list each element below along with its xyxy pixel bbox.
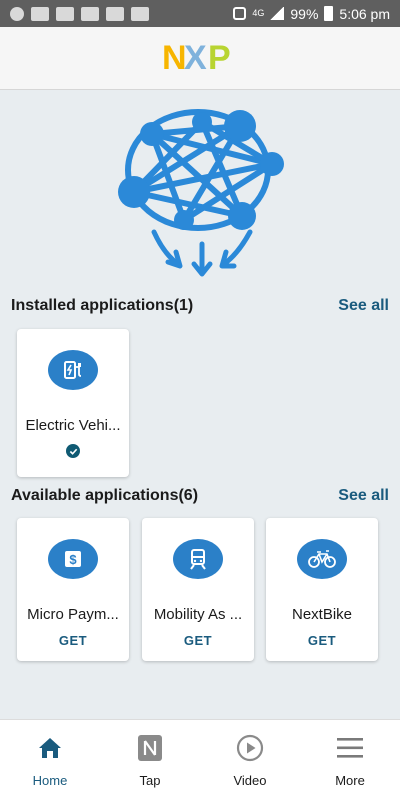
app-card-nextbike[interactable]: NextBike GET (266, 518, 378, 661)
signal-icon (270, 7, 285, 20)
bike-icon (297, 539, 347, 579)
bottom-navigation: Home Tap Video More (0, 719, 400, 800)
app-name: Micro Paym... (27, 606, 119, 623)
system-icons: 4G 99% 5:06 pm (233, 6, 390, 22)
menu-icon (336, 733, 364, 763)
app-card-micro-payments[interactable]: $ Micro Paym... GET (17, 518, 129, 661)
nav-video[interactable]: Video (200, 720, 300, 800)
nfc-status-icon (233, 7, 247, 20)
available-see-all-link[interactable]: See all (338, 487, 389, 505)
clock: 5:06 pm (339, 5, 390, 22)
nav-label: Video (233, 773, 267, 788)
status-bar: 4G 99% 5:06 pm (0, 0, 400, 27)
app-name: Mobility As ... (153, 606, 243, 623)
available-apps-title: Available applications(6) (11, 487, 199, 504)
notification-icon (81, 6, 99, 21)
get-button[interactable]: GET (308, 633, 336, 648)
battery-icon (324, 6, 334, 21)
svg-text:$: $ (69, 552, 77, 567)
nav-home[interactable]: Home (0, 720, 100, 800)
installed-apps-title: Installed applications(1) (11, 297, 194, 314)
nav-more[interactable]: More (300, 720, 400, 800)
home-icon (37, 733, 63, 763)
network-type: 4G (252, 8, 265, 18)
nav-tap[interactable]: Tap (100, 720, 200, 800)
notification-icon (56, 6, 74, 21)
app-bar: NXP (0, 27, 400, 90)
get-button[interactable]: GET (184, 633, 212, 648)
battery-percent: 99% (290, 5, 319, 22)
ev-charger-icon (48, 350, 98, 390)
image-icon (106, 6, 124, 21)
youtube-icon (131, 6, 149, 21)
app-card-electric-vehicle[interactable]: Electric Vehi... (17, 329, 129, 477)
app-name: Electric Vehi... (25, 417, 121, 434)
get-button[interactable]: GET (59, 633, 87, 648)
installed-see-all-link[interactable]: See all (338, 297, 389, 315)
nav-label: Tap (139, 773, 161, 788)
notification-icon (10, 6, 24, 21)
nav-label: More (335, 773, 365, 788)
app-name: NextBike (291, 606, 353, 623)
nxp-logo: NXP (162, 39, 231, 77)
train-icon (173, 539, 223, 579)
play-icon (236, 733, 264, 763)
notification-icon (31, 6, 49, 21)
nav-label: Home (32, 773, 68, 788)
notification-icons (10, 6, 149, 21)
app-card-mobility-as-a-service[interactable]: Mobility As ... GET (142, 518, 254, 661)
nfc-icon (137, 733, 163, 763)
payment-icon: $ (48, 539, 98, 579)
installed-check-icon (66, 444, 80, 458)
network-illustration (112, 104, 288, 280)
